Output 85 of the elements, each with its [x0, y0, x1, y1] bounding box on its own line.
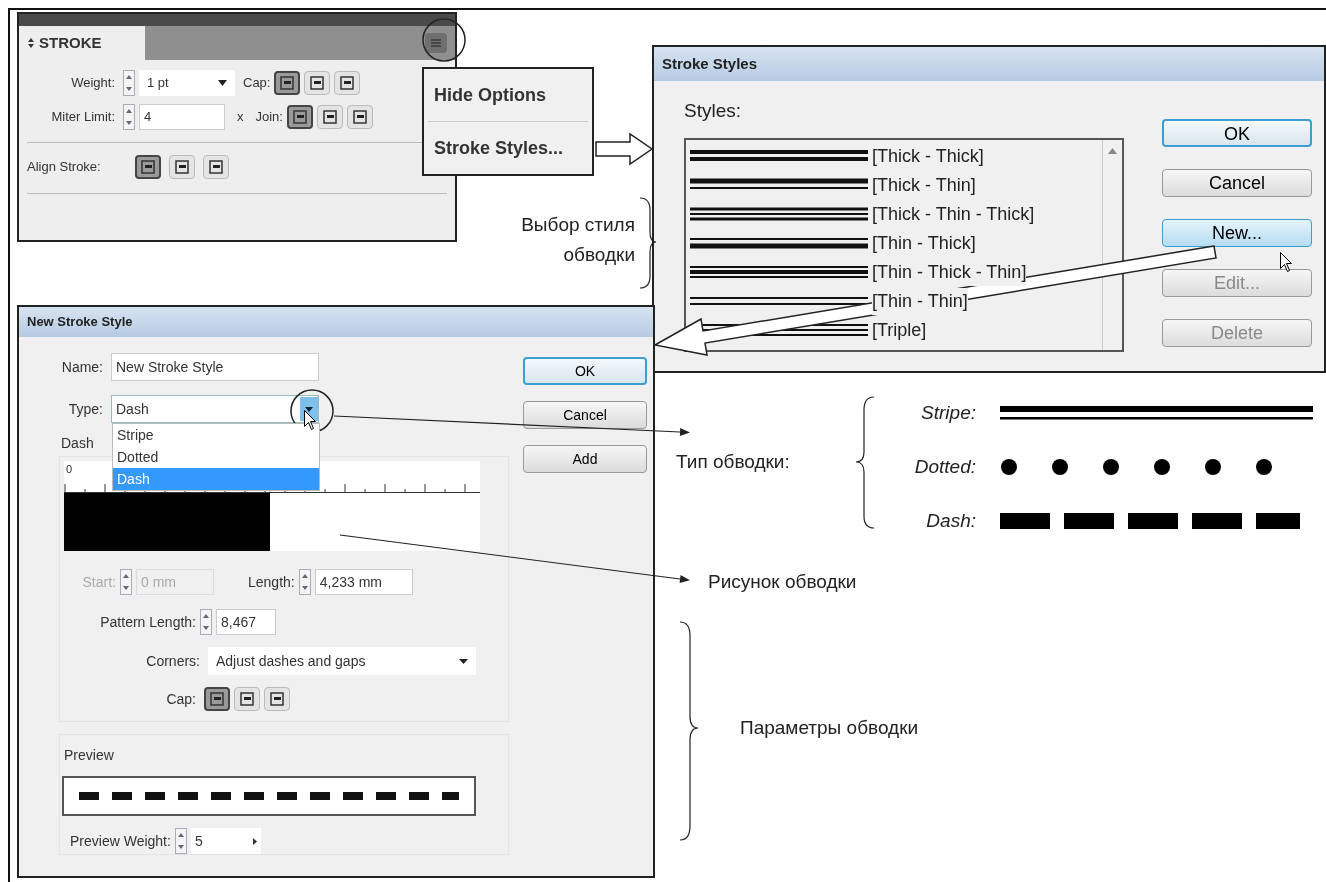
annotation-text: Тип обводки: — [676, 450, 790, 474]
unit-label: x — [237, 108, 244, 127]
spinner-icon[interactable] — [298, 569, 311, 595]
spinner-icon[interactable] — [123, 104, 135, 130]
field-label: Align Stroke: — [27, 158, 102, 177]
panel-menu-button[interactable] — [425, 33, 447, 53]
type-dropdown[interactable]: Dash — [111, 395, 319, 423]
annotation-text: Выбор стиля обводки — [520, 213, 635, 267]
join-button[interactable] — [316, 105, 343, 129]
style-name[interactable]: [Thin - Thin] — [872, 287, 968, 315]
caret-icon — [252, 837, 257, 845]
name-field[interactable]: New Stroke Style — [111, 353, 319, 381]
menu-item[interactable]: Stroke Styles... — [424, 122, 592, 174]
cap-button[interactable] — [264, 687, 290, 711]
dialog-button[interactable]: Cancel — [523, 401, 647, 429]
menu-item[interactable]: Hide Options — [424, 69, 592, 121]
panel-tab[interactable]: STROKE — [19, 26, 145, 60]
align-icon — [175, 160, 189, 174]
join-icon — [322, 110, 337, 124]
menu-icon — [431, 39, 441, 47]
cap-button[interactable] — [304, 71, 331, 95]
spinner-icon[interactable] — [200, 609, 212, 635]
dialog-button[interactable]: OK — [523, 357, 647, 385]
list-label: Styles: — [684, 99, 743, 123]
field-label: Join: — [255, 108, 283, 127]
styles-list[interactable]: [Thick - Thick] [Thick - Thin] [Thick - Thin - Thick] [Thin - Thick] [Thin - Thick - Thin] [Thin - Thin] [Triple] — [684, 137, 1124, 352]
dropdown-caret-icon — [459, 658, 468, 664]
field-label: Start: — [81, 572, 116, 592]
align-button[interactable] — [135, 155, 161, 179]
cap-icon — [340, 76, 355, 90]
align-icon — [209, 160, 223, 174]
dropdown-caret-icon — [218, 80, 227, 86]
panel-tab-label: STROKE — [39, 32, 102, 53]
length-field[interactable]: 4,233 mm — [314, 569, 413, 595]
cap-button[interactable] — [334, 71, 361, 95]
weight-field[interactable]: 1 pt — [139, 70, 235, 96]
cap-icon — [240, 692, 254, 706]
join-icon — [292, 110, 307, 124]
field-label: Weight: — [70, 74, 116, 93]
type-label: Stripe: — [920, 400, 976, 425]
corners-dropdown[interactable]: Adjust dashes and gaps — [208, 647, 476, 675]
dialog-title: New Stroke Style — [27, 313, 133, 332]
section-label: Preview — [64, 746, 115, 765]
spinner-icon[interactable] — [120, 569, 132, 595]
annotation-text: Параметры обводки — [740, 716, 919, 740]
dialog-button[interactable]: Add — [523, 445, 647, 473]
align-button[interactable] — [203, 155, 229, 179]
expand-arrows-icon — [27, 37, 35, 49]
field-label: Name: — [60, 357, 104, 377]
dialog-button[interactable]: Cancel — [1162, 169, 1312, 197]
spinner-icon[interactable] — [123, 70, 135, 96]
field-label: Miter Limit: — [50, 108, 116, 127]
field-label: Cap: — [165, 689, 197, 709]
align-icon — [141, 160, 155, 174]
pattern-length-field[interactable]: 8,467 — [216, 609, 276, 635]
field-label: Cap: — [243, 74, 271, 93]
ruler-label: 0 — [66, 462, 73, 477]
cap-button[interactable] — [204, 687, 230, 711]
dialog-button[interactable]: New... — [1162, 219, 1312, 247]
cap-button[interactable] — [234, 687, 260, 711]
spinner-icon[interactable] — [174, 828, 187, 854]
section-label: Dash — [61, 434, 94, 453]
field-label: Length: — [248, 572, 295, 592]
scroll-up-icon[interactable] — [1108, 147, 1117, 154]
field-label: Type: — [67, 399, 104, 419]
miter-field[interactable]: 4 — [139, 104, 225, 130]
cap-button[interactable] — [274, 71, 301, 95]
field-label: Pattern Length: — [99, 612, 196, 632]
join-button[interactable] — [286, 105, 313, 129]
cap-icon — [280, 76, 295, 90]
cap-icon — [270, 692, 284, 706]
dialog-button[interactable]: OK — [1162, 119, 1312, 147]
cap-icon — [210, 692, 224, 706]
cap-icon — [310, 76, 325, 90]
annotation-text: Рисунок обводки — [708, 570, 857, 594]
join-button[interactable] — [346, 105, 373, 129]
cursor-icon — [1280, 252, 1292, 272]
field-label: Corners: — [145, 651, 200, 671]
align-button[interactable] — [169, 155, 195, 179]
type-label: Dash: — [925, 508, 976, 533]
type-label: Dotted: — [913, 454, 976, 479]
field-label: Preview Weight: — [70, 831, 171, 851]
join-icon — [352, 110, 367, 124]
preview-weight-field[interactable]: 5 — [190, 828, 261, 854]
dialog-title: Stroke Styles — [662, 53, 758, 74]
